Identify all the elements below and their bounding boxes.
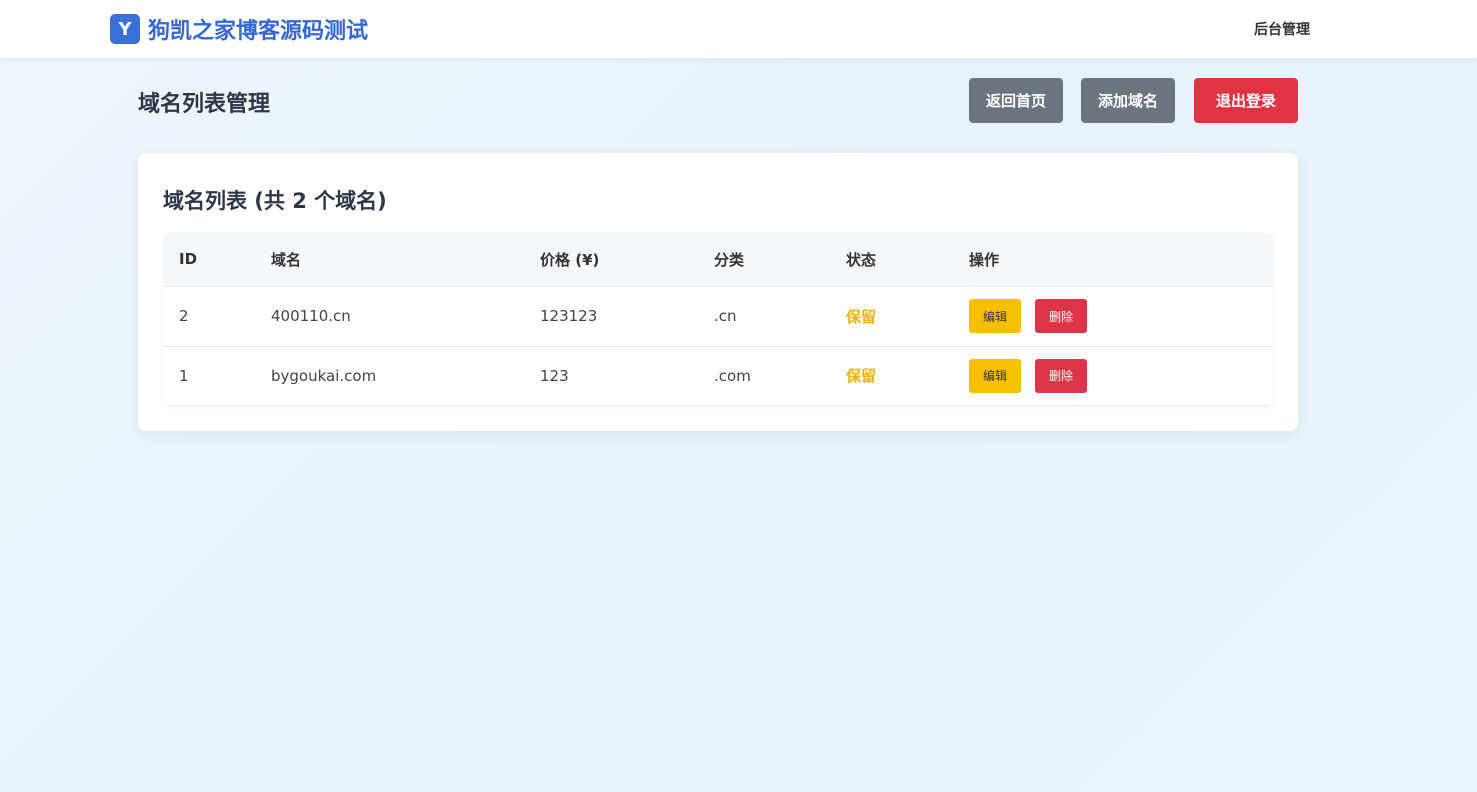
column-header-domain: 域名 [271, 250, 302, 269]
column-header-category: 分类 [714, 250, 745, 269]
edit-button[interactable]: 编辑 [969, 358, 1021, 393]
status-badge: 保留 [846, 307, 877, 326]
cell-price: 123123 [540, 307, 598, 325]
page-title: 域名列表管理 [138, 92, 271, 117]
cell-actions: 编辑 删除 [969, 346, 1273, 405]
column-header-id: ID [179, 250, 198, 269]
cell-domain: bygoukai.com [271, 366, 377, 385]
back-home-button[interactable]: 返回首页 [969, 78, 1063, 123]
table-row: 1 bygoukai.com 123 .com 保留 编辑 删除 [163, 346, 1273, 405]
brand[interactable]: Y 狗凯之家博客源码测试 [110, 13, 368, 45]
add-domain-button[interactable]: 添加域名 [1081, 78, 1175, 123]
table-header-row: ID 域名 价格 (¥) 分类 状态 操作 [163, 233, 1273, 286]
cell-category: .com [714, 366, 751, 385]
column-header-price: 价格 (¥) [540, 250, 600, 269]
cell-id: 2 [179, 307, 189, 325]
cell-id: 1 [179, 366, 189, 385]
edit-button[interactable]: 编辑 [969, 299, 1021, 333]
status-badge: 保留 [846, 367, 877, 385]
logout-button[interactable]: 退出登录 [1194, 78, 1298, 123]
card-title: 域名列表 (共 2 个域名) [163, 189, 387, 213]
domain-table-wrapper: ID 域名 价格 (¥) 分类 状态 操作 2 400110.cn 123123… [163, 233, 1273, 406]
delete-button[interactable]: 删除 [1035, 358, 1087, 393]
column-header-actions: 操作 [969, 250, 1000, 269]
column-header-status: 状态 [846, 250, 877, 269]
site-name: 狗凯之家博客源码测试 [148, 19, 369, 44]
delete-button[interactable]: 删除 [1035, 299, 1087, 333]
cell-category: .cn [714, 307, 737, 325]
cell-actions: 编辑 删除 [969, 286, 1273, 346]
top-navbar: Y 狗凯之家博客源码测试 后台管理 [0, 0, 1477, 58]
cell-domain: 400110.cn [271, 307, 351, 325]
cell-price: 123 [540, 366, 569, 385]
domain-list-card: 域名列表 (共 2 个域名) ID 域名 价格 (¥) 分类 状态 操作 2 4… [138, 153, 1298, 431]
domain-table: ID 域名 价格 (¥) 分类 状态 操作 2 400110.cn 123123… [163, 233, 1273, 406]
admin-link[interactable]: 后台管理 [1254, 19, 1310, 39]
logo-icon: Y [110, 14, 140, 44]
table-row: 2 400110.cn 123123 .cn 保留 编辑 删除 [163, 286, 1273, 346]
